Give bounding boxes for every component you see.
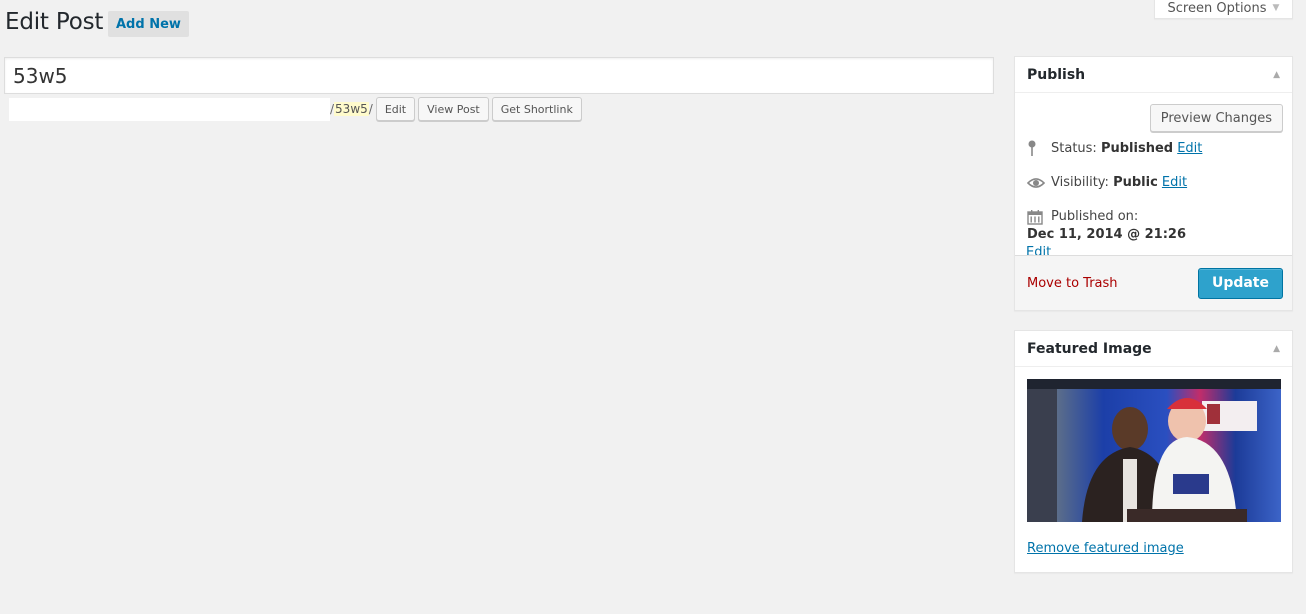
- edit-permalink-button[interactable]: Edit: [375, 97, 416, 121]
- permalink-base-url: [9, 97, 330, 121]
- move-to-trash-link[interactable]: Move to Trash: [1027, 276, 1118, 291]
- eye-icon: [1027, 174, 1051, 192]
- featured-image-photo: [1027, 379, 1281, 522]
- pin-icon: [1027, 140, 1051, 158]
- view-post-button[interactable]: View Post: [418, 97, 489, 121]
- add-new-button[interactable]: Add New: [108, 11, 189, 37]
- update-button[interactable]: Update: [1197, 267, 1283, 299]
- preview-changes-button[interactable]: Preview Changes: [1149, 104, 1283, 132]
- screen-options-button[interactable]: Screen Options ▼: [1154, 0, 1293, 19]
- post-title-input[interactable]: [4, 57, 994, 94]
- published-on-label: Published on:: [1051, 209, 1139, 224]
- featured-image-box-title: Featured Image: [1027, 340, 1152, 357]
- remove-featured-image-link[interactable]: Remove featured image: [1027, 541, 1292, 556]
- get-shortlink-button[interactable]: Get Shortlink: [491, 97, 582, 121]
- published-on-value: Dec 11, 2014 @ 21:26: [1027, 227, 1187, 242]
- collapse-arrow-icon[interactable]: ▲: [1273, 70, 1280, 80]
- featured-image-box-header[interactable]: Featured Image ▲: [1015, 331, 1292, 367]
- visibility-label: Visibility:: [1051, 175, 1109, 190]
- publish-box: Publish ▲ Preview Changes Status: Publis…: [1014, 56, 1293, 311]
- permalink-slug-wrap: /53w5/: [330, 102, 373, 116]
- visibility-row: Visibility: Public Edit: [1027, 174, 1280, 192]
- published-on-row: Published on: Dec 11, 2014 @ 21:26 Edit: [1026, 208, 1280, 262]
- caret-down-icon: ▼: [1272, 3, 1280, 13]
- permalink-row: /53w5/ Edit View Post Get Shortlink: [9, 97, 585, 121]
- edit-visibility-link[interactable]: Edit: [1162, 174, 1187, 192]
- status-label: Status:: [1051, 141, 1097, 156]
- status-value: Published: [1100, 141, 1174, 156]
- publish-box-header[interactable]: Publish ▲: [1015, 57, 1292, 93]
- permalink-slug[interactable]: 53w5: [334, 102, 369, 116]
- edit-post-page: Screen Options ▼ Edit Post Add New /53w5…: [0, 0, 1306, 614]
- screen-options-label: Screen Options: [1167, 0, 1267, 16]
- publish-box-title: Publish: [1027, 66, 1086, 83]
- publish-misc-actions: Status: Published Edit Visibility: Publi…: [1015, 132, 1292, 262]
- page-title: Edit Post: [5, 9, 104, 35]
- edit-status-link[interactable]: Edit: [1177, 140, 1202, 158]
- visibility-value: Public: [1113, 175, 1158, 190]
- featured-image-thumbnail[interactable]: [1027, 379, 1281, 522]
- major-publishing-actions: Move to Trash Update: [1015, 255, 1292, 310]
- permalink-suffix: /: [368, 102, 373, 116]
- status-row: Status: Published Edit: [1027, 140, 1280, 158]
- collapse-arrow-icon[interactable]: ▲: [1273, 344, 1280, 354]
- calendar-icon: [1027, 208, 1051, 226]
- featured-image-box: Featured Image ▲ Remove featured image: [1014, 330, 1293, 573]
